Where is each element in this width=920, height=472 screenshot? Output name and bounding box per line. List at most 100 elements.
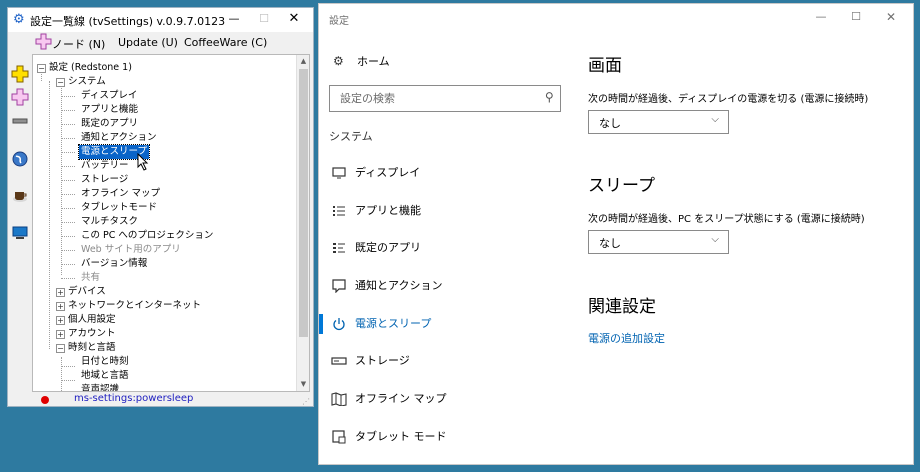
screen-heading: 画面 [588,56,622,76]
home-label: ホーム [357,55,390,68]
gear-icon: ⚙ [13,12,25,27]
default-apps-icon [333,243,345,253]
tree-item-display[interactable]: ディスプレイ [81,89,137,103]
notification-icon [332,279,346,293]
related-heading: 関連設定 [588,297,656,317]
nav-tablet-mode[interactable]: タブレット モード [319,425,569,449]
status-bar: ms-settings:powersleep ⋰ [8,392,313,406]
tree-item-battery[interactable]: バッテリー [81,159,129,173]
nav-apps-features[interactable]: アプリと機能 [319,199,569,223]
home-link[interactable]: ⚙ ホーム [333,53,390,69]
expander-time-language[interactable]: − [56,344,65,353]
nav-offline-maps[interactable]: オフライン マップ [319,387,569,411]
scroll-down-icon[interactable]: ▼ [297,378,309,391]
window-title: 設定一覧線 (tvSettings) v.0.9.7.0123 [30,15,226,28]
map-icon [331,392,347,406]
minimize-button[interactable]: — [811,10,831,23]
sleep-description: 次の時間が経過後、PC をスリープ状態にする (電源に接続時) [588,214,865,225]
additional-power-settings-link[interactable]: 電源の追加設定 [588,330,665,346]
nav-display[interactable]: ディスプレイ [319,161,569,185]
search-input[interactable] [330,86,530,110]
menu-bar: ノード (N) Update (U) CoffeeWare (C) [8,32,313,54]
tree-item-web-apps[interactable]: Web サイト用のアプリ [81,243,181,257]
tree-accounts[interactable]: アカウント [68,327,116,341]
menu-node[interactable]: ノード (N) [52,36,105,52]
active-indicator [319,314,323,334]
window-title: 設定 [329,16,349,27]
tablet-icon [332,430,346,444]
tree-item-about[interactable]: バージョン情報 [81,257,147,271]
expander-network[interactable]: + [56,302,65,311]
expander-accounts[interactable]: + [56,330,65,339]
remove-icon[interactable] [11,112,29,130]
search-box[interactable]: ⚲ [329,85,561,112]
nav-power-sleep[interactable]: 電源とスリープ [319,312,569,336]
expander-devices[interactable]: + [56,288,65,297]
section-label: システム [329,130,373,143]
maximize-button[interactable]: ☐ [253,10,275,28]
settings-window: 設定 — ☐ ✕ ⚙ ホーム ⚲ システム ディスプレイ アプリと機能 既定のアプ… [318,3,914,465]
tree-item-region-language[interactable]: 地域と言語 [81,369,129,383]
status-dot-icon [41,396,49,404]
tree-item-default-apps[interactable]: 既定のアプリ [81,117,138,131]
monitor-icon [332,167,346,179]
apps-list-icon [333,206,345,216]
tree-network[interactable]: ネットワークとインターネット [68,299,201,313]
add-node-icon[interactable] [11,65,29,83]
title-bar: ⚙ 設定一覧線 (tvSettings) v.0.9.7.0123 — ☐ ✕ [8,8,313,32]
scroll-up-icon[interactable]: ▲ [297,55,309,68]
minimize-button[interactable]: — [223,10,245,28]
gear-icon: ⚙ [333,54,344,68]
settings-tree: − 設定 (Redstone 1) − システム ディスプレイ アプリと機能 既… [32,54,310,392]
power-icon [333,318,345,331]
tree-item-offline-maps[interactable]: オフライン マップ [81,187,160,201]
chevron-down-icon: ⌵ [711,114,719,125]
screen-timeout-dropdown[interactable]: なし ⌵ [588,110,729,134]
tree-personalization[interactable]: 個人用設定 [68,313,116,327]
scroll-thumb[interactable] [299,69,308,337]
tree-system[interactable]: システム [68,75,106,89]
menu-update[interactable]: Update (U) [118,36,178,49]
tree-root[interactable]: 設定 (Redstone 1) [49,61,132,75]
tvsettings-window: ⚙ 設定一覧線 (tvSettings) v.0.9.7.0123 — ☐ ✕ … [7,7,314,407]
sleep-heading: スリープ [588,176,655,196]
tree-item-multitasking[interactable]: マルチタスク [81,215,138,229]
search-icon[interactable]: ⚲ [545,90,554,104]
tree-item-tablet-mode[interactable]: タブレットモード [81,201,157,215]
add-node-icon [35,33,52,50]
close-button[interactable]: ✕ [881,10,901,24]
resize-grip-icon[interactable]: ⋰ [302,397,310,406]
expander-personalization[interactable]: + [56,316,65,325]
tree-devices[interactable]: デバイス [68,285,106,299]
screen-description: 次の時間が経過後、ディスプレイの電源を切る (電源に接続時) [588,94,869,105]
maximize-button[interactable]: ☐ [846,10,866,23]
add-child-icon[interactable] [11,88,29,106]
nav-notifications[interactable]: 通知とアクション [319,274,569,298]
nav-default-apps[interactable]: 既定のアプリ [319,236,569,260]
sleep-timeout-dropdown[interactable]: なし ⌵ [588,230,729,254]
nav-storage[interactable]: ストレージ [319,349,569,373]
expander-system[interactable]: − [56,78,65,87]
toolbar [8,56,32,396]
sleep-timeout-value: なし [599,237,621,250]
chevron-down-icon: ⌵ [711,234,719,245]
mouse-cursor-icon [137,153,149,171]
coffee-icon[interactable] [11,186,29,204]
globe-icon[interactable] [11,150,29,168]
tree-item-date-time[interactable]: 日付と時刻 [81,355,129,369]
tree-item-storage[interactable]: ストレージ [81,173,128,187]
tree-scrollbar[interactable]: ▲ ▼ [296,55,309,391]
computer-icon[interactable] [11,224,29,242]
menu-coffeeware[interactable]: CoffeeWare (C) [184,36,267,49]
tree-item-apps[interactable]: アプリと機能 [81,103,138,117]
screen-timeout-value: なし [599,117,621,130]
tree-item-speech[interactable]: 音声認識 [81,383,119,391]
status-uri[interactable]: ms-settings:powersleep [74,393,193,404]
tree-time-language[interactable]: 時刻と言語 [68,341,116,355]
storage-icon [331,357,347,365]
tree-item-projection[interactable]: この PC へのプロジェクション [81,229,213,243]
tree-item-share[interactable]: 共有 [81,271,100,285]
tree-item-notifications[interactable]: 通知とアクション [81,131,157,145]
close-button[interactable]: ✕ [283,10,305,28]
expander-root[interactable]: − [37,64,46,73]
